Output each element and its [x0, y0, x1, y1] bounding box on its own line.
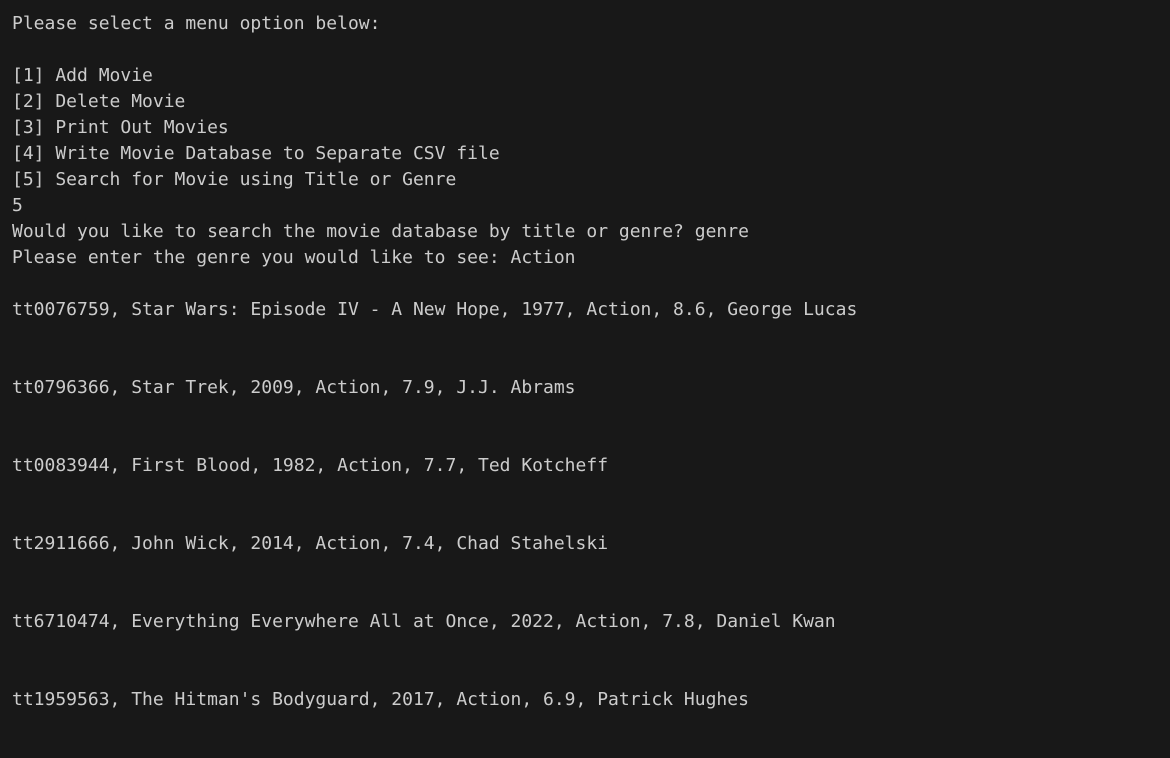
user-choice-input: 5 [12, 195, 23, 216]
menu-option-delete-movie: [2] Delete Movie [12, 91, 186, 112]
terminal-output[interactable]: Please select a menu option below: [1] A… [0, 0, 1170, 758]
menu-prompt: Please select a menu option below: [12, 13, 381, 34]
result-row: tt1959563, The Hitman's Bodyguard, 2017,… [12, 689, 749, 710]
result-row: tt0083944, First Blood, 1982, Action, 7.… [12, 455, 609, 476]
genre-question: Please enter the genre you would like to… [12, 247, 576, 268]
result-row: tt0076759, Star Wars: Episode IV - A New… [12, 299, 858, 320]
result-row: tt6710474, Everything Everywhere All at … [12, 611, 836, 632]
search-type-question: Would you like to search the movie datab… [12, 221, 749, 242]
menu-option-print-movies: [3] Print Out Movies [12, 117, 229, 138]
menu-option-write-csv: [4] Write Movie Database to Separate CSV… [12, 143, 500, 164]
result-row: tt2911666, John Wick, 2014, Action, 7.4,… [12, 533, 609, 554]
menu-option-search: [5] Search for Movie using Title or Genr… [12, 169, 457, 190]
menu-option-add-movie: [1] Add Movie [12, 65, 153, 86]
result-row: tt0796366, Star Trek, 2009, Action, 7.9,… [12, 377, 576, 398]
